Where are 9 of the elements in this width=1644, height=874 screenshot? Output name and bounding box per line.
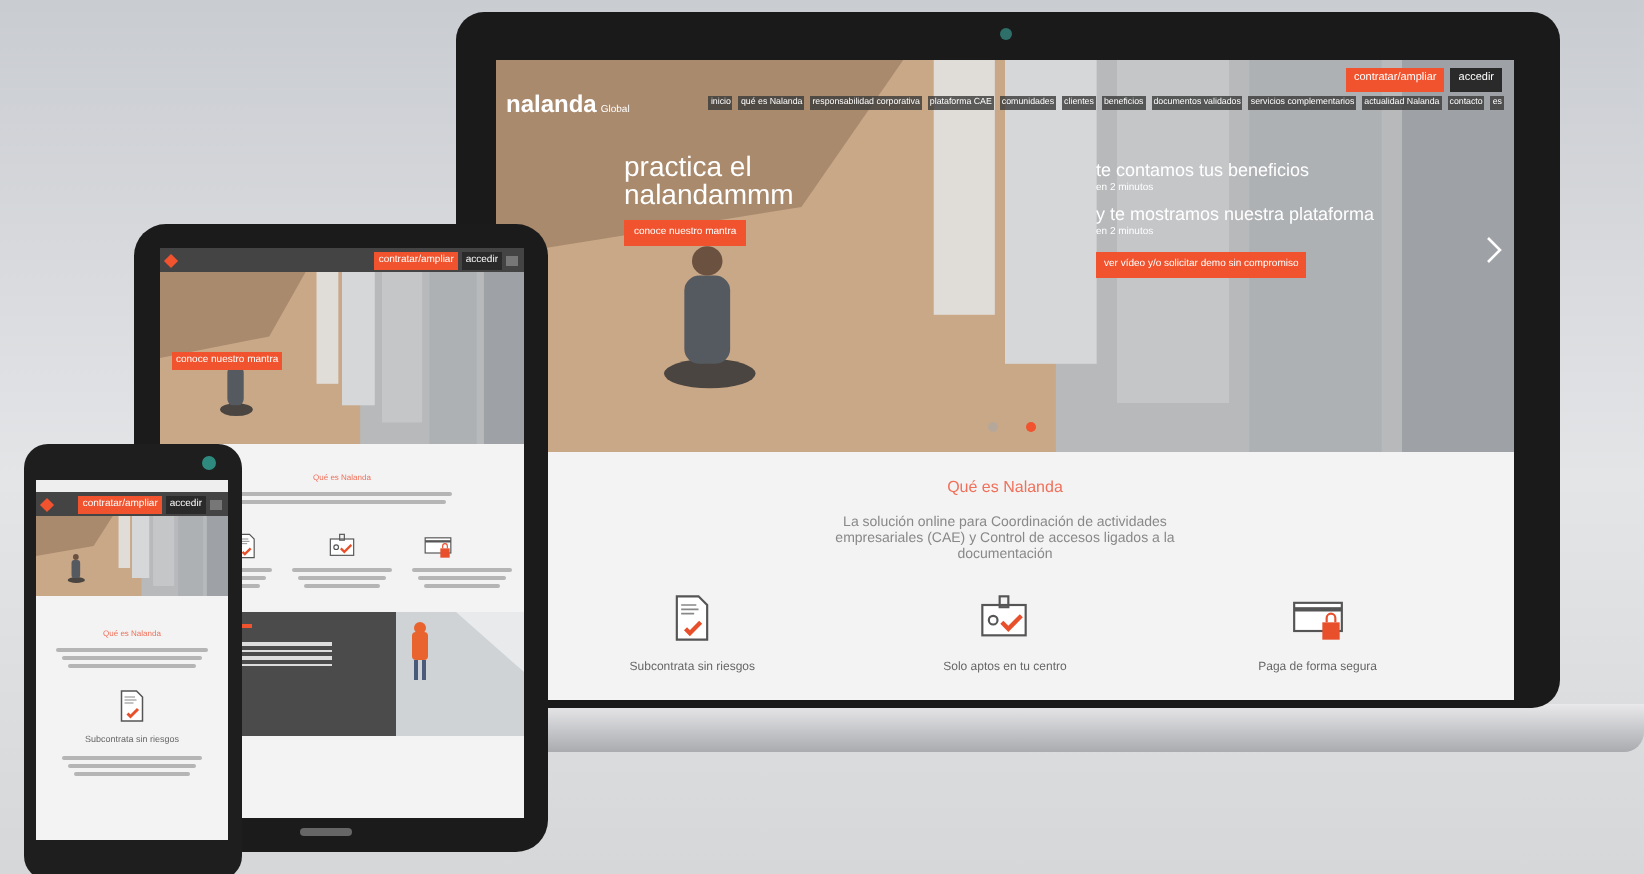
id-badge-check-icon xyxy=(328,532,356,560)
logo-icon xyxy=(163,252,179,268)
section-title: Qué es Nalanda xyxy=(947,476,1063,500)
card-lock-icon xyxy=(424,532,452,560)
logo-icon xyxy=(39,496,55,512)
menu-icon[interactable] xyxy=(210,499,222,509)
text-lines-drawing xyxy=(62,755,202,776)
text-lines-drawing xyxy=(412,568,512,588)
text-lines-drawing xyxy=(292,568,392,588)
